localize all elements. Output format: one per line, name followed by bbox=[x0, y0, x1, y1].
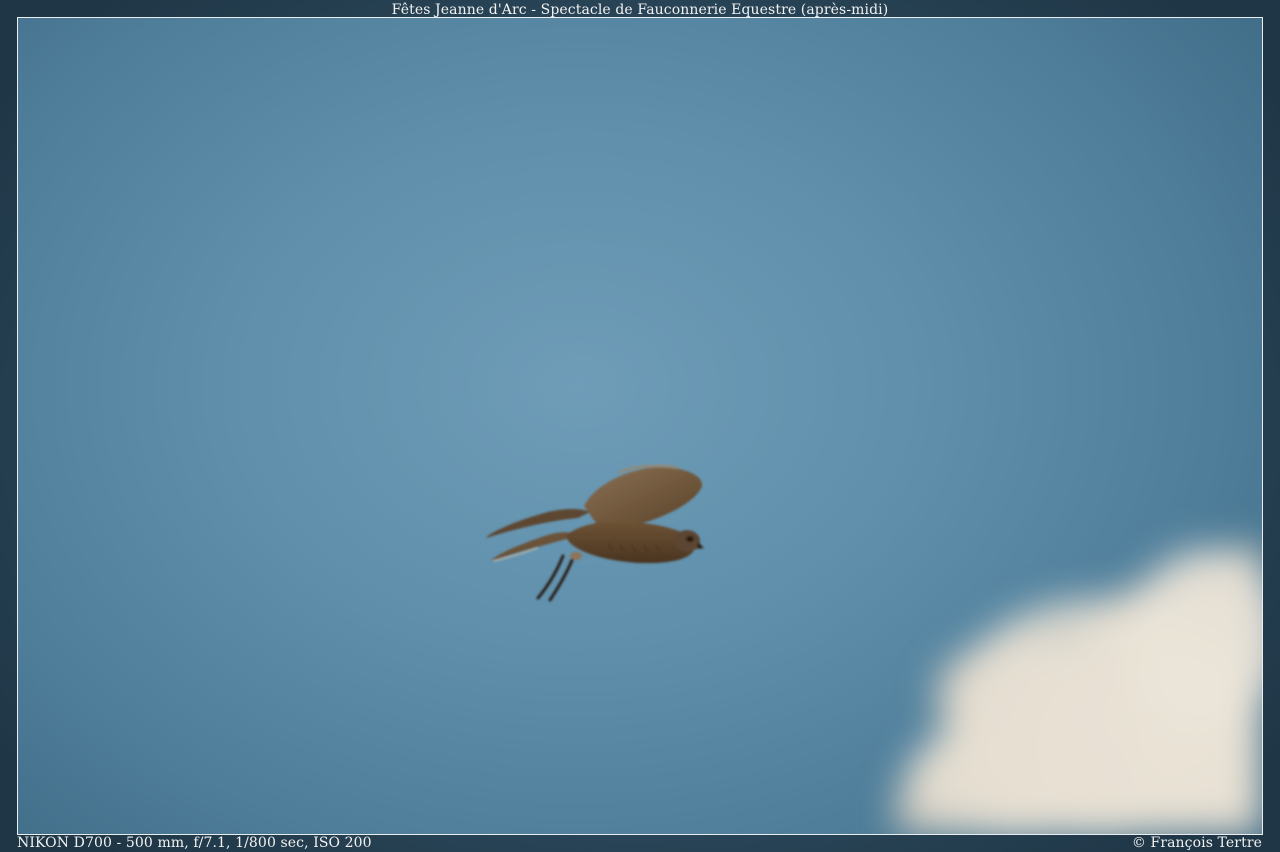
cloud bbox=[896, 543, 1262, 834]
photo-frame bbox=[17, 17, 1263, 835]
photo-image bbox=[486, 464, 1262, 834]
exif-info: NIKON D700 - 500 mm, f/7.1, 1/800 sec, I… bbox=[17, 835, 372, 851]
photo-title: Fêtes Jeanne d'Arc - Spectacle de Faucon… bbox=[391, 2, 889, 18]
falcon-bird bbox=[486, 464, 704, 602]
photo-page: Fêtes Jeanne d'Arc - Spectacle de Faucon… bbox=[0, 0, 1280, 852]
copyright-notice: © François Tertre bbox=[1131, 835, 1262, 851]
